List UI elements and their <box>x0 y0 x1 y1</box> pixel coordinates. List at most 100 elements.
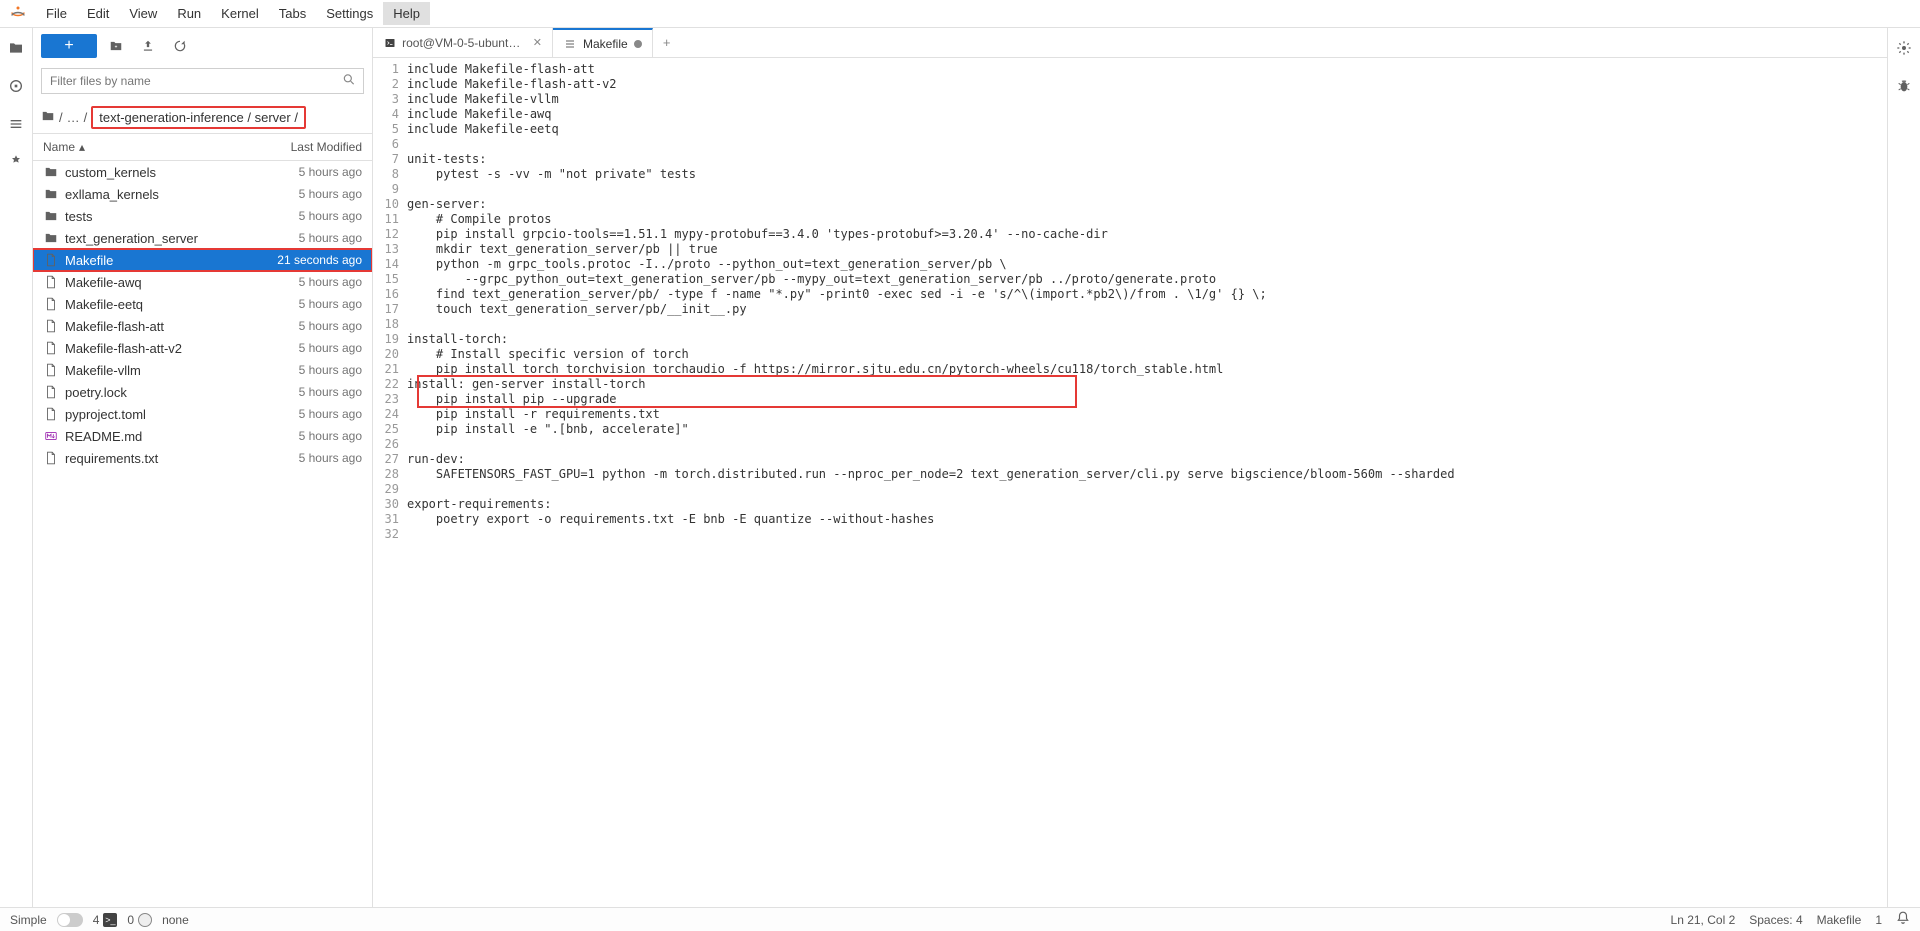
breadcrumb[interactable]: / … / text-generation-inference / server… <box>33 102 372 133</box>
file-name: tests <box>65 209 92 224</box>
file-modified: 5 hours ago <box>299 407 362 421</box>
menu-settings[interactable]: Settings <box>316 2 383 25</box>
file-name: Makefile-flash-att-v2 <box>65 341 182 356</box>
editor[interactable]: 1234567891011121314151617181920212223242… <box>373 58 1887 907</box>
folder-icon[interactable] <box>6 38 26 58</box>
file-name: exllama_kernels <box>65 187 159 202</box>
file-row[interactable]: Makefile-vllm 5 hours ago <box>33 359 372 381</box>
line-gutter: 1234567891011121314151617181920212223242… <box>373 62 407 907</box>
statusbar: Simple 4>_ 0 none Ln 21, Col 2 Spaces: 4… <box>0 907 1920 931</box>
file-list-header[interactable]: Name▴ Last Modified <box>33 133 372 161</box>
file-browser: + / … / text-generation-inference / serv <box>33 28 373 907</box>
file-row[interactable]: exllama_kernels5 hours ago <box>33 183 372 205</box>
file-icon <box>563 37 577 51</box>
breadcrumb-path[interactable]: text-generation-inference / server / <box>91 106 306 129</box>
kernel-icon <box>138 913 152 927</box>
file-icon <box>43 252 59 268</box>
new-tab-button[interactable]: + <box>653 28 681 57</box>
sort-asc-icon: ▴ <box>79 140 85 154</box>
file-row[interactable]: Makefile-flash-att-v2 5 hours ago <box>33 337 372 359</box>
file-modified: 5 hours ago <box>299 231 362 245</box>
cursor-position[interactable]: Ln 21, Col 2 <box>1671 913 1736 927</box>
file-icon <box>43 384 59 400</box>
file-modified: 5 hours ago <box>299 385 362 399</box>
tab[interactable]: root@VM-0-5-ubuntu: ~/t ✕ <box>373 28 553 57</box>
tab-label: root@VM-0-5-ubuntu: ~/t <box>402 36 527 50</box>
file-row[interactable]: Makefile-eetq 5 hours ago <box>33 293 372 315</box>
file-row[interactable]: text_generation_server 5 hours ago <box>33 227 372 249</box>
lang-status[interactable]: none <box>162 913 189 927</box>
file-name: Makefile-vllm <box>65 363 141 378</box>
refresh-icon[interactable] <box>167 34 193 58</box>
menu-file[interactable]: File <box>36 2 77 25</box>
mode-label[interactable]: Simple <box>10 913 47 927</box>
running-icon[interactable] <box>6 76 26 96</box>
terminal-icon <box>383 36 396 50</box>
extensions-icon[interactable] <box>6 152 26 172</box>
file-row[interactable]: poetry.lock 5 hours ago <box>33 381 372 403</box>
file-modified: 5 hours ago <box>299 341 362 355</box>
editor-area: root@VM-0-5-ubuntu: ~/t ✕ Makefile + 123456… <box>373 28 1887 907</box>
menu-edit[interactable]: Edit <box>77 2 119 25</box>
left-activity-bar <box>0 28 33 907</box>
file-name: custom_kernels <box>65 165 156 180</box>
property-inspector-icon[interactable] <box>1894 38 1914 58</box>
folder-icon <box>43 208 59 224</box>
menubar: FileEditViewRunKernelTabsSettingsHelp <box>0 0 1920 28</box>
menu-tabs[interactable]: Tabs <box>269 2 316 25</box>
file-icon <box>43 340 59 356</box>
breadcrumb-root[interactable]: / <box>59 110 63 125</box>
file-modified: 21 seconds ago <box>277 253 362 267</box>
file-name: poetry.lock <box>65 385 127 400</box>
terminals-count[interactable]: 4>_ <box>93 913 118 927</box>
file-modified: 5 hours ago <box>299 297 362 311</box>
kernels-count[interactable]: 0 <box>127 913 152 927</box>
breadcrumb-ellipsis[interactable]: … <box>67 110 80 125</box>
mode-toggle[interactable] <box>57 913 83 927</box>
file-row[interactable]: Makefile-awq5 hours ago <box>33 271 372 293</box>
sort-modified[interactable]: Last Modified <box>291 140 362 154</box>
file-modified: 5 hours ago <box>299 319 362 333</box>
file-row[interactable]: custom_kernels 5 hours ago <box>33 161 372 183</box>
file-list: custom_kernels 5 hours ago exllama_kernels… <box>33 161 372 907</box>
file-icon <box>43 450 59 466</box>
indent-status[interactable]: Spaces: 4 <box>1749 913 1802 927</box>
tab-label: Makefile <box>583 37 628 51</box>
file-icon <box>43 406 59 422</box>
filter-input[interactable] <box>41 68 364 94</box>
new-folder-icon[interactable] <box>103 34 129 58</box>
filetype-status[interactable]: Makefile <box>1817 913 1862 927</box>
file-name: pyproject.toml <box>65 407 146 422</box>
file-icon <box>43 274 59 290</box>
file-row[interactable]: tests5 hours ago <box>33 205 372 227</box>
folder-icon <box>43 186 59 202</box>
menu-run[interactable]: Run <box>167 2 211 25</box>
toc-icon[interactable] <box>6 114 26 134</box>
file-row[interactable]: README.md5 hours ago <box>33 425 372 447</box>
close-icon[interactable]: ✕ <box>533 36 542 49</box>
tab[interactable]: Makefile <box>553 28 653 57</box>
file-name: Makefile-eetq <box>65 297 143 312</box>
code-content[interactable]: include Makefile-flash-attinclude Makefi… <box>407 62 1887 907</box>
file-row[interactable]: Makefile-flash-att5 hours ago <box>33 315 372 337</box>
notification-count[interactable]: 1 <box>1875 913 1882 927</box>
right-activity-bar <box>1887 28 1920 907</box>
file-row[interactable]: Makefile21 seconds ago <box>33 249 372 271</box>
sort-name[interactable]: Name▴ <box>43 140 85 154</box>
bell-icon[interactable] <box>1896 911 1910 928</box>
menu-view[interactable]: View <box>119 2 167 25</box>
file-modified: 5 hours ago <box>299 363 362 377</box>
file-modified: 5 hours ago <box>299 165 362 179</box>
file-row[interactable]: pyproject.toml 5 hours ago <box>33 403 372 425</box>
menu-help[interactable]: Help <box>383 2 430 25</box>
tabbar: root@VM-0-5-ubuntu: ~/t ✕ Makefile + <box>373 28 1887 58</box>
file-name: text_generation_server <box>65 231 198 246</box>
dirty-indicator <box>634 40 642 48</box>
upload-icon[interactable] <box>135 34 161 58</box>
debugger-icon[interactable] <box>1894 76 1914 96</box>
file-icon <box>43 296 59 312</box>
menu-items: FileEditViewRunKernelTabsSettingsHelp <box>36 6 430 21</box>
new-launcher-button[interactable]: + <box>41 34 97 58</box>
file-row[interactable]: requirements.txt5 hours ago <box>33 447 372 469</box>
menu-kernel[interactable]: Kernel <box>211 2 269 25</box>
